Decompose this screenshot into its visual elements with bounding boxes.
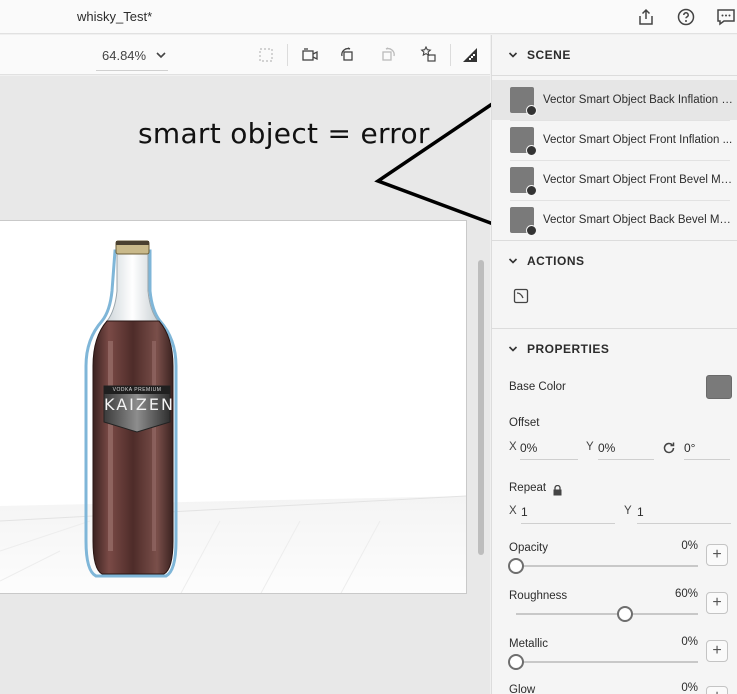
repeat-x-field[interactable]: 1 xyxy=(521,502,615,524)
offset-y-axis: Y xyxy=(586,441,594,453)
bottle-label-tagline: VODKA PREMIUM xyxy=(112,387,162,393)
layer-thumbnail xyxy=(510,167,537,196)
opacity-slider-knob[interactable] xyxy=(508,558,524,574)
zoom-underline xyxy=(96,70,168,71)
share-icon[interactable] xyxy=(635,6,657,28)
chevron-down-icon xyxy=(508,258,518,264)
rotate-icon xyxy=(662,441,676,460)
metallic-label: Metallic xyxy=(509,638,548,650)
annotation-arrow xyxy=(374,94,505,230)
repeat-x-axis: X xyxy=(509,505,517,517)
bottle-label-brand: KAIZEN xyxy=(104,395,175,414)
metallic-add-button[interactable]: + xyxy=(706,640,728,662)
repeat-x-value: 1 xyxy=(521,505,528,519)
repeat-y-axis: Y xyxy=(624,505,632,517)
base-color-label: Base Color xyxy=(509,381,566,393)
glow-add-button[interactable]: + xyxy=(706,686,728,694)
section-divider xyxy=(492,75,737,76)
help-icon[interactable] xyxy=(675,6,697,28)
opacity-add-button[interactable]: + xyxy=(706,544,728,566)
scene-item-label: Vector Smart Object Front Inflation ... xyxy=(543,134,733,146)
scene-item[interactable]: Vector Smart Object Front Inflation ... xyxy=(492,120,737,160)
repeat-label: Repeat xyxy=(509,482,547,494)
chevron-down-icon xyxy=(508,52,518,58)
offset-x-axis: X xyxy=(509,441,517,453)
toolbar-divider xyxy=(450,44,451,66)
repeat-y-field[interactable]: 1 xyxy=(637,502,731,524)
opacity-value: 0% xyxy=(681,540,698,552)
feedback-icon[interactable] xyxy=(715,6,737,28)
roughness-add-button[interactable]: + xyxy=(706,592,728,614)
roughness-label: Roughness xyxy=(509,590,568,602)
toolbar: 64.84% xyxy=(0,35,490,75)
actions-section-header[interactable]: ACTIONS xyxy=(492,241,737,281)
scene-header-label: SCENE xyxy=(527,48,571,62)
repeat-y-value: 1 xyxy=(637,505,644,519)
scene-section-header[interactable]: SCENE xyxy=(492,35,737,75)
offset-x-field[interactable]: 0% xyxy=(520,438,578,460)
roughness-slider-track[interactable] xyxy=(516,613,698,615)
offset-y-field[interactable]: 0% xyxy=(598,438,654,460)
toolbar-divider xyxy=(287,44,288,66)
layer-thumbnail xyxy=(510,87,537,116)
scene-item-label: Vector Smart Object Back Inflation M... xyxy=(543,94,733,106)
rotate-icon[interactable] xyxy=(376,43,400,67)
smart-object-icon xyxy=(526,225,537,236)
metallic-slider-track[interactable] xyxy=(516,661,698,663)
smart-object-icon xyxy=(526,185,537,196)
canvas-scrollbar[interactable] xyxy=(478,260,484,555)
orbit-icon[interactable] xyxy=(336,43,360,67)
layer-thumbnail xyxy=(510,207,537,236)
render-icon[interactable] xyxy=(458,43,482,67)
roughness-slider-knob[interactable] xyxy=(617,606,634,622)
select-icon[interactable] xyxy=(254,43,278,67)
scene-item-label: Vector Smart Object Front Bevel Ma... xyxy=(543,174,733,186)
chevron-down-icon[interactable] xyxy=(155,48,167,66)
properties-section-header[interactable]: PROPERTIES xyxy=(492,329,737,369)
layer-thumbnail xyxy=(510,127,537,156)
opacity-slider-track[interactable] xyxy=(516,565,698,567)
chevron-down-icon xyxy=(508,346,518,352)
move-to-ground-icon[interactable] xyxy=(513,288,529,309)
lock-icon[interactable] xyxy=(553,483,562,501)
title-bar: whisky_Test* xyxy=(0,0,737,34)
rotation-field[interactable]: 0° xyxy=(684,438,730,460)
camera-icon[interactable] xyxy=(298,43,322,67)
offset-label: Offset xyxy=(509,417,540,429)
scene-item[interactable]: Vector Smart Object Back Inflation M... xyxy=(492,80,737,120)
roughness-value: 60% xyxy=(674,588,698,600)
opacity-label: Opacity xyxy=(509,542,548,554)
scene-item-label: Vector Smart Object Back Bevel Mat... xyxy=(543,214,733,226)
scene-item[interactable]: Vector Smart Object Back Bevel Mat... xyxy=(492,200,737,240)
smart-object-icon xyxy=(526,145,537,156)
right-panel: SCENE Vector Smart Object Back Inflation… xyxy=(491,35,737,694)
metallic-slider-knob[interactable] xyxy=(508,654,524,670)
offset-y-value: 0% xyxy=(598,441,616,455)
base-color-swatch[interactable] xyxy=(706,375,732,399)
glow-value: 0% xyxy=(681,682,698,694)
rotation-value: 0° xyxy=(684,441,696,455)
metallic-value: 0% xyxy=(681,636,698,648)
actions-header-label: ACTIONS xyxy=(527,254,585,268)
scene-item[interactable]: Vector Smart Object Front Bevel Ma... xyxy=(492,160,737,200)
properties-header-label: PROPERTIES xyxy=(527,342,610,356)
light-icon[interactable] xyxy=(416,43,440,67)
glow-label: Glow xyxy=(509,684,536,694)
3d-viewport[interactable]: VODKA PREMIUM KAIZEN xyxy=(0,220,467,594)
scene-render xyxy=(0,221,466,593)
zoom-value[interactable]: 64.84% xyxy=(102,48,146,63)
smart-object-icon xyxy=(526,105,537,116)
offset-x-value: 0% xyxy=(520,441,538,455)
document-title: whisky_Test* xyxy=(77,9,153,24)
